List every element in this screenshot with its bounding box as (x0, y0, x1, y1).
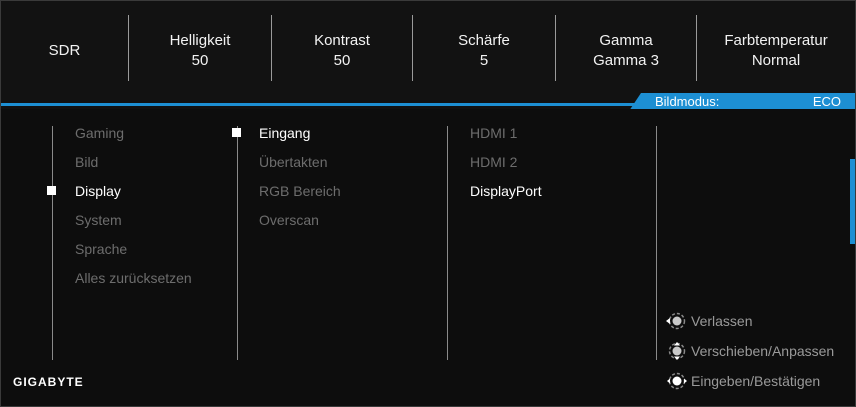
help-exit: Verlassen (665, 312, 752, 330)
sub-menu-overscan[interactable]: Overscan (259, 211, 319, 229)
status-color-temperature: Farbtemperatur Normal (697, 1, 855, 100)
main-menu-display[interactable]: Display (75, 182, 121, 200)
help-exit-label: Verlassen (691, 313, 753, 329)
sub-menu-eingang[interactable]: Eingang (259, 124, 310, 142)
status-value: 50 (191, 51, 209, 69)
help-enter-label: Eingeben/Bestätigen (691, 373, 821, 389)
sub-menu-uebertakten[interactable]: Übertakten (259, 153, 327, 171)
status-sdr: SDR (1, 1, 128, 100)
sub-menu-rgb-bereich[interactable]: RGB Bereich (259, 182, 341, 200)
status-label: Farbtemperatur (724, 31, 828, 49)
monitor-osd: SDR Helligkeit 50 Kontrast 50 Schärfe 5 … (0, 0, 856, 407)
help-enter: Eingeben/Bestätigen (665, 372, 820, 390)
joystick-press-icon (665, 372, 687, 390)
main-menu-sprache[interactable]: Sprache (75, 240, 127, 258)
status-bar: SDR Helligkeit 50 Kontrast 50 Schärfe 5 … (1, 1, 855, 100)
column-divider (237, 126, 238, 360)
status-label: Kontrast (314, 31, 370, 49)
status-label: Helligkeit (169, 31, 231, 49)
option-displayport[interactable]: DisplayPort (470, 182, 542, 200)
status-sharpness: Schärfe 5 (413, 1, 555, 100)
status-brightness: Helligkeit 50 (129, 1, 271, 100)
main-menu-gaming[interactable]: Gaming (75, 124, 124, 142)
status-gamma: Gamma Gamma 3 (556, 1, 696, 100)
help-move-label: Verschieben/Anpassen (691, 343, 835, 359)
main-menu-reset[interactable]: Alles zurücksetzen (75, 269, 192, 287)
selected-marker (47, 186, 56, 195)
picture-mode-value: ECO (812, 94, 841, 109)
joystick-left-icon (665, 312, 687, 330)
status-contrast: Kontrast 50 (272, 1, 412, 100)
status-label: SDR (48, 41, 81, 59)
picture-mode-label: Bildmodus: (655, 94, 720, 109)
column-divider (52, 126, 53, 360)
help-move: Verschieben/Anpassen (665, 342, 834, 360)
status-value: Normal (751, 51, 801, 69)
column-divider (656, 126, 657, 360)
scroll-indicator (850, 159, 855, 244)
option-hdmi2[interactable]: HDMI 2 (470, 153, 517, 171)
status-value: 5 (479, 51, 489, 69)
main-menu-system[interactable]: System (75, 211, 122, 229)
option-hdmi1[interactable]: HDMI 1 (470, 124, 517, 142)
selected-marker (232, 128, 241, 137)
joystick-updown-icon (665, 342, 687, 360)
column-divider (447, 126, 448, 360)
brand-logo: GIGABYTE (13, 375, 84, 389)
status-value: 50 (333, 51, 351, 69)
status-value: Gamma 3 (593, 51, 659, 69)
status-label: Gamma (599, 31, 653, 49)
menu-area (1, 109, 855, 406)
main-menu-bild[interactable]: Bild (75, 153, 98, 171)
status-label: Schärfe (458, 31, 510, 49)
